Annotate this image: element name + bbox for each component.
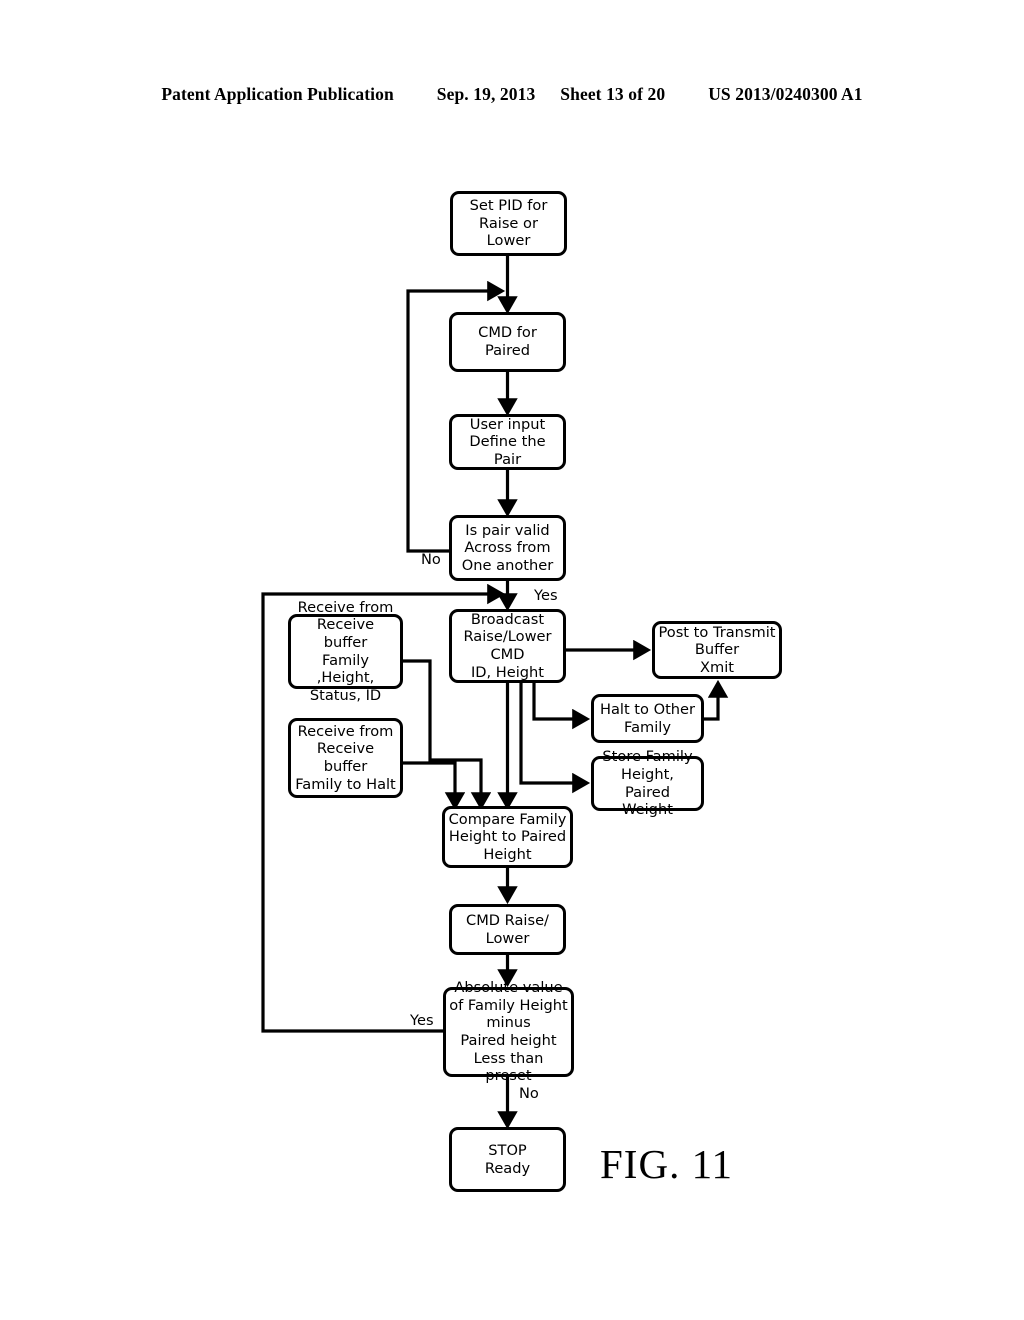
node-broadcast-raise-lower-cmd[interactable]: Broadcast Raise/Lower CMD ID, Height (449, 609, 566, 683)
node-post-to-transmit-buffer[interactable]: Post to Transmit Buffer Xmit (652, 621, 782, 679)
edge-label-no-absolute-value: No (519, 1085, 539, 1102)
edge-broadcast-to-store-fam (519, 683, 591, 794)
edge-halt-other-to-post-xmit (704, 679, 729, 721)
edge-recv-halt-to-compare (403, 761, 466, 811)
node-receive-family-to-halt[interactable]: Receive from Receive buffer Family to Ha… (288, 718, 403, 798)
node-compare-family-height[interactable]: Compare Family Height to Paired Height (442, 806, 573, 868)
edge-label-yes-is-pair-valid: Yes (534, 587, 558, 604)
figure-caption: FIG. 11 (600, 1141, 734, 1187)
node-halt-to-other-family[interactable]: Halt to Other Family (591, 694, 704, 743)
node-stop-ready[interactable]: STOP Ready (449, 1127, 566, 1192)
node-is-pair-valid[interactable]: Is pair valid Across from One another (449, 515, 566, 581)
flowchart-diagram: Set PID for Raise or Lower CMD for Paire… (0, 0, 1024, 1320)
node-absolute-value-compare[interactable]: Absolute value of Family Height minus Pa… (443, 979, 574, 1084)
node-cmd-for-paired[interactable]: CMD for Paired (449, 312, 566, 372)
edge-broadcast-to-halt-other (532, 683, 591, 730)
node-user-input-define-pair[interactable]: User input Define the Pair (449, 414, 566, 470)
edge-label-yes-absolute-value: Yes (410, 1012, 434, 1029)
node-store-family-height-paired-weight[interactable]: Store Family Height, Paired Weight (591, 748, 704, 818)
edge-label-no-is-pair-valid: No (421, 551, 441, 568)
node-set-pid[interactable]: Set PID for Raise or Lower (450, 191, 567, 256)
node-cmd-raise-lower[interactable]: CMD Raise/ Lower (449, 904, 566, 955)
node-receive-family-height-status-id[interactable]: Receive from Receive buffer Family ,Heig… (288, 599, 403, 704)
